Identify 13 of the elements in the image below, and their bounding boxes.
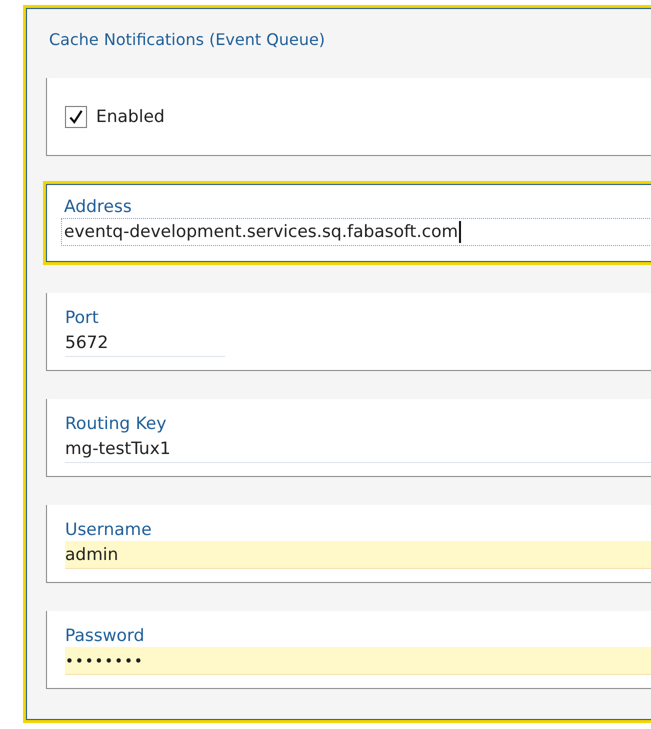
input-field[interactable]: mg-testTux1 (65, 435, 651, 463)
field-label: Username (65, 519, 153, 541)
input-field[interactable]: •••••••• (65, 647, 651, 675)
field-label: Port (65, 307, 100, 329)
input-field[interactable]: eventq-development.services.sq.fabasoft.com (61, 218, 651, 246)
field-label: Routing Key (65, 413, 168, 435)
field-label: Password (65, 625, 146, 647)
checkbox[interactable] (65, 106, 87, 128)
input-field[interactable]: admin (65, 541, 651, 569)
checkbox-label: Enabled (96, 106, 165, 126)
field-label: Address (64, 196, 133, 218)
section-title: Cache Notifications (Event Queue) (48, 29, 326, 51)
input-field[interactable]: 5672 (65, 329, 225, 357)
